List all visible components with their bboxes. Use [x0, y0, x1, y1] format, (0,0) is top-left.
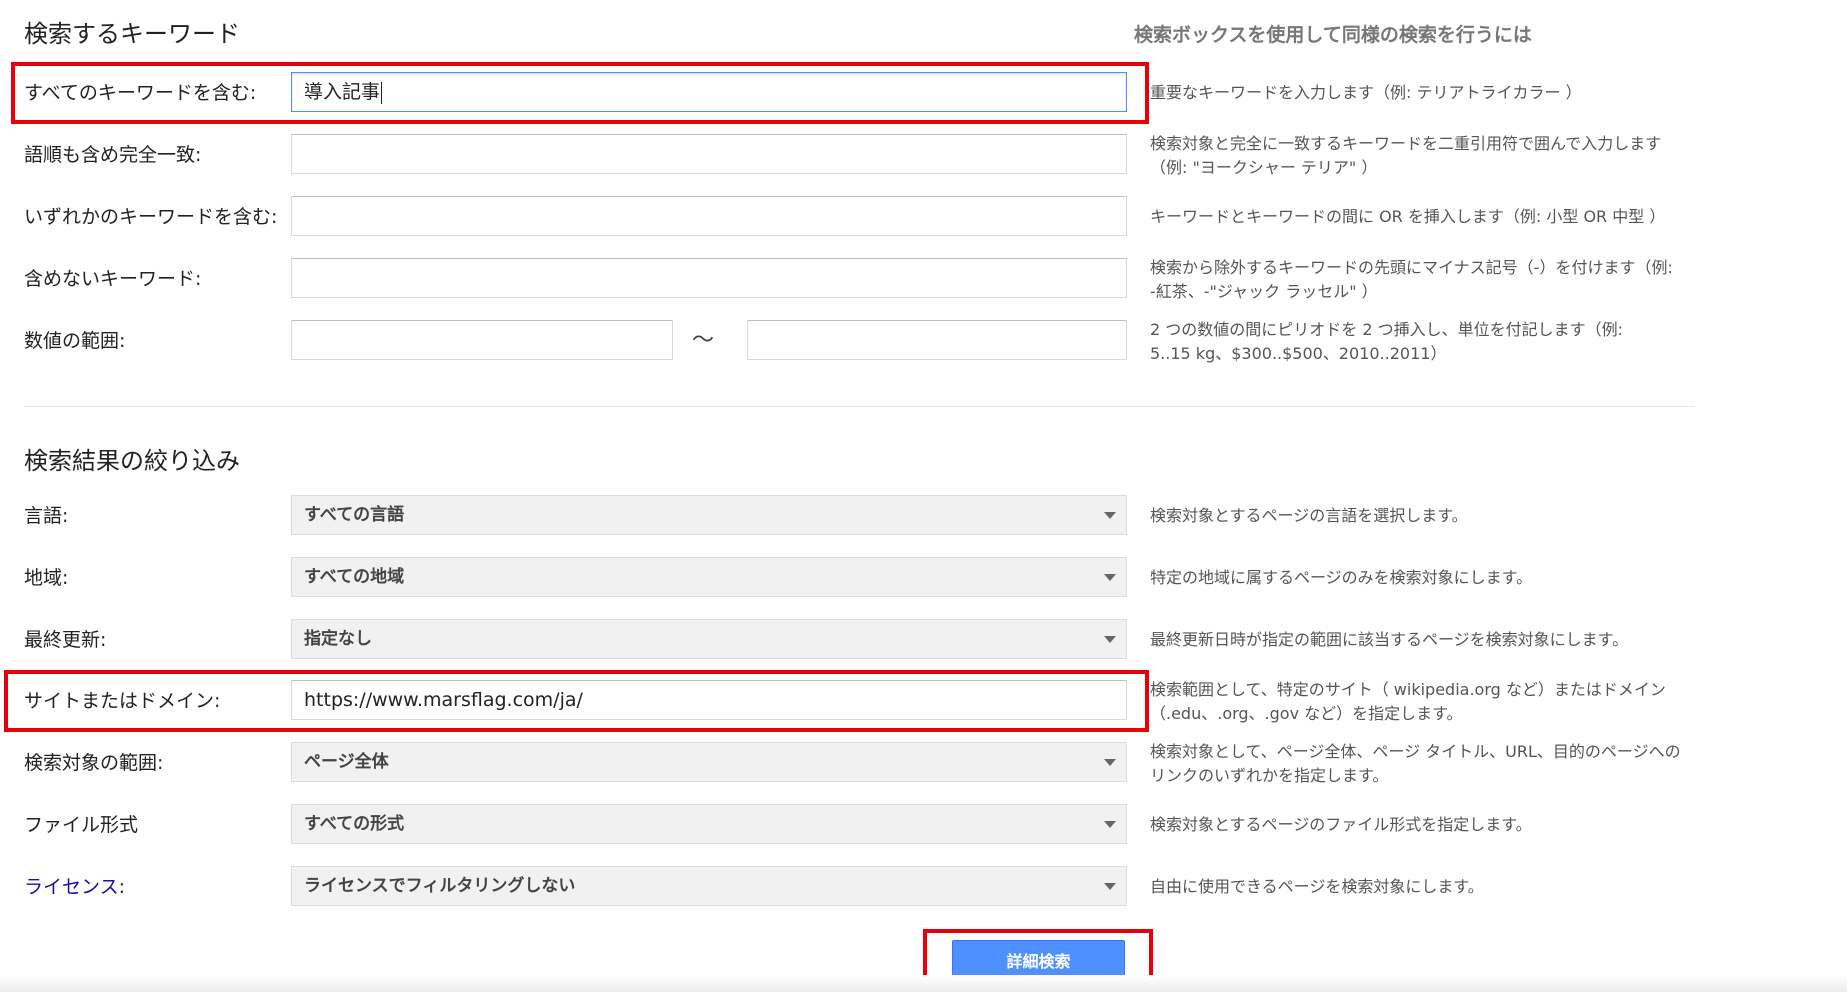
- bottom-edge: [0, 975, 1847, 992]
- region-label: 地域:: [24, 567, 69, 589]
- all-words-input[interactable]: 導入記事: [291, 72, 1127, 112]
- number-range-row: 数値の範囲: 〜 2 つの数値の間にピリオドを 2 つ挿入し、単位を付記します（…: [0, 310, 1847, 372]
- site-domain-help-line1: 検索範囲として、特定のサイト（ wikipedia.org など）またはドメイン: [1150, 680, 1666, 699]
- chevron-down-icon: [1104, 883, 1116, 890]
- license-label-colon: :: [118, 876, 126, 898]
- none-words-label: 含めないキーワード:: [24, 268, 202, 290]
- search-scope-label: 検索対象の範囲:: [24, 752, 164, 774]
- license-row: ライセンス: ライセンスでフィルタリングしない 自由に使用できるページを検索対象…: [0, 856, 1847, 918]
- none-words-help: 検索から除外するキーワードの先頭にマイナス記号（-）を付けます（例: -紅茶、-…: [1150, 256, 1690, 304]
- last-update-selected: 指定なし: [304, 629, 372, 649]
- language-help: 検索対象とするページの言語を選択します。: [1150, 506, 1468, 525]
- none-words-help-line2: -紅茶、-"ジャック ラッセル" ）: [1150, 282, 1378, 301]
- chevron-down-icon: [1104, 759, 1116, 766]
- chevron-down-icon: [1104, 636, 1116, 643]
- search-scope-selected: ページ全体: [304, 752, 389, 772]
- last-update-label: 最終更新:: [24, 629, 107, 651]
- exact-phrase-help: 検索対象と完全に一致するキーワードを二重引用符で囲んで入力します （例: "ヨー…: [1150, 132, 1690, 180]
- site-domain-help: 検索範囲として、特定のサイト（ wikipedia.org など）またはドメイン…: [1150, 678, 1690, 726]
- keywords-section-title: 検索するキーワード: [24, 20, 240, 48]
- none-words-row: 含めないキーワード: 検索から除外するキーワードの先頭にマイナス記号（-）を付け…: [0, 248, 1847, 310]
- chevron-down-icon: [1104, 512, 1116, 519]
- number-range-from-input[interactable]: [291, 320, 673, 360]
- region-row: 地域: すべての地域 特定の地域に属するページのみを検索対象にします。: [0, 547, 1847, 609]
- language-select[interactable]: すべての言語: [291, 495, 1127, 535]
- file-type-selected: すべての形式: [304, 814, 405, 834]
- last-update-help: 最終更新日時が指定の範囲に該当するページを検索対象にします。: [1150, 630, 1629, 649]
- any-words-label: いずれかのキーワードを含む:: [24, 206, 278, 228]
- exact-phrase-help-line2: （例: "ヨークシャー テリア" ）: [1150, 158, 1378, 177]
- exact-phrase-row: 語順も含め完全一致: 検索対象と完全に一致するキーワードを二重引用符で囲んで入力…: [0, 124, 1847, 186]
- license-label: ライセンス:: [24, 856, 125, 918]
- none-words-help-line1: 検索から除外するキーワードの先頭にマイナス記号（-）を付けます（例:: [1150, 258, 1673, 277]
- search-scope-help: 検索対象として、ページ全体、ページ タイトル、URL、目的のページへの リンクの…: [1150, 740, 1690, 788]
- region-selected: すべての地域: [304, 567, 405, 587]
- region-help: 特定の地域に属するページのみを検索対象にします。: [1150, 568, 1533, 587]
- exact-phrase-input[interactable]: [291, 134, 1127, 174]
- range-separator: 〜: [692, 328, 715, 353]
- search-scope-row: 検索対象の範囲: ページ全体 検索対象として、ページ全体、ページ タイトル、UR…: [0, 732, 1847, 794]
- all-words-label: すべてのキーワードを含む:: [24, 82, 257, 104]
- file-type-label: ファイル形式: [24, 814, 139, 836]
- search-scope-help-line2: リンクのいずれかを指定します。: [1150, 766, 1389, 785]
- site-domain-help-line2: （.edu、.org、.gov など）を指定します。: [1150, 704, 1463, 723]
- any-words-row: いずれかのキーワードを含む: キーワードとキーワードの間に OR を挿入します（…: [0, 186, 1847, 248]
- any-words-input[interactable]: [291, 196, 1127, 236]
- exact-phrase-label: 語順も含め完全一致:: [24, 144, 202, 166]
- number-range-label: 数値の範囲:: [24, 330, 126, 352]
- exact-phrase-help-line1: 検索対象と完全に一致するキーワードを二重引用符で囲んで入力します: [1150, 134, 1662, 153]
- language-row: 言語: すべての言語 検索対象とするページの言語を選択します。: [0, 485, 1847, 547]
- all-words-value: 導入記事: [304, 81, 381, 103]
- refine-section-title: 検索結果の絞り込み: [24, 447, 240, 475]
- number-range-help: 2 つの数値の間にピリオドを 2 つ挿入し、単位を付記します（例: 5..15 …: [1150, 318, 1690, 366]
- number-range-to-input[interactable]: [747, 320, 1127, 360]
- any-words-help: キーワードとキーワードの間に OR を挿入します（例: 小型 OR 中型 ）: [1150, 207, 1666, 226]
- site-domain-input[interactable]: https://www.marsflag.com/ja/: [291, 680, 1127, 720]
- license-help: 自由に使用できるページを検索対象にします。: [1150, 877, 1484, 896]
- site-domain-label: サイトまたはドメイン:: [24, 690, 221, 712]
- all-words-help: 重要なキーワードを入力します（例: テリアトライカラー ）: [1150, 83, 1582, 102]
- search-scope-help-line1: 検索対象として、ページ全体、ページ タイトル、URL、目的のページへの: [1150, 742, 1681, 761]
- file-type-help: 検索対象とするページのファイル形式を指定します。: [1150, 815, 1532, 834]
- chevron-down-icon: [1104, 821, 1116, 828]
- none-words-input[interactable]: [291, 258, 1127, 298]
- all-words-row: すべてのキーワードを含む: 導入記事 重要なキーワードを入力します（例: テリア…: [0, 62, 1847, 124]
- number-range-help-line2: 5..15 kg、$300..$500、2010..2011）: [1150, 344, 1447, 363]
- site-domain-row: サイトまたはドメイン: https://www.marsflag.com/ja/…: [0, 670, 1847, 732]
- section-divider: [24, 406, 1694, 407]
- license-select[interactable]: ライセンスでフィルタリングしない: [291, 866, 1127, 906]
- language-label: 言語:: [24, 505, 69, 527]
- text-caret: [381, 81, 383, 104]
- chevron-down-icon: [1104, 574, 1116, 581]
- file-type-row: ファイル形式 すべての形式 検索対象とするページのファイル形式を指定します。: [0, 794, 1847, 856]
- help-heading: 検索ボックスを使用して同様の検索を行うには: [1134, 24, 1532, 46]
- file-type-select[interactable]: すべての形式: [291, 804, 1127, 844]
- last-update-row: 最終更新: 指定なし 最終更新日時が指定の範囲に該当するページを検索対象にします…: [0, 609, 1847, 671]
- number-range-help-line1: 2 つの数値の間にピリオドを 2 つ挿入し、単位を付記します（例:: [1150, 320, 1624, 339]
- search-scope-select[interactable]: ページ全体: [291, 742, 1127, 782]
- language-selected: すべての言語: [304, 505, 405, 525]
- last-update-select[interactable]: 指定なし: [291, 619, 1127, 659]
- region-select[interactable]: すべての地域: [291, 557, 1127, 597]
- license-selected: ライセンスでフィルタリングしない: [304, 876, 576, 896]
- license-link[interactable]: ライセンス: [24, 876, 119, 898]
